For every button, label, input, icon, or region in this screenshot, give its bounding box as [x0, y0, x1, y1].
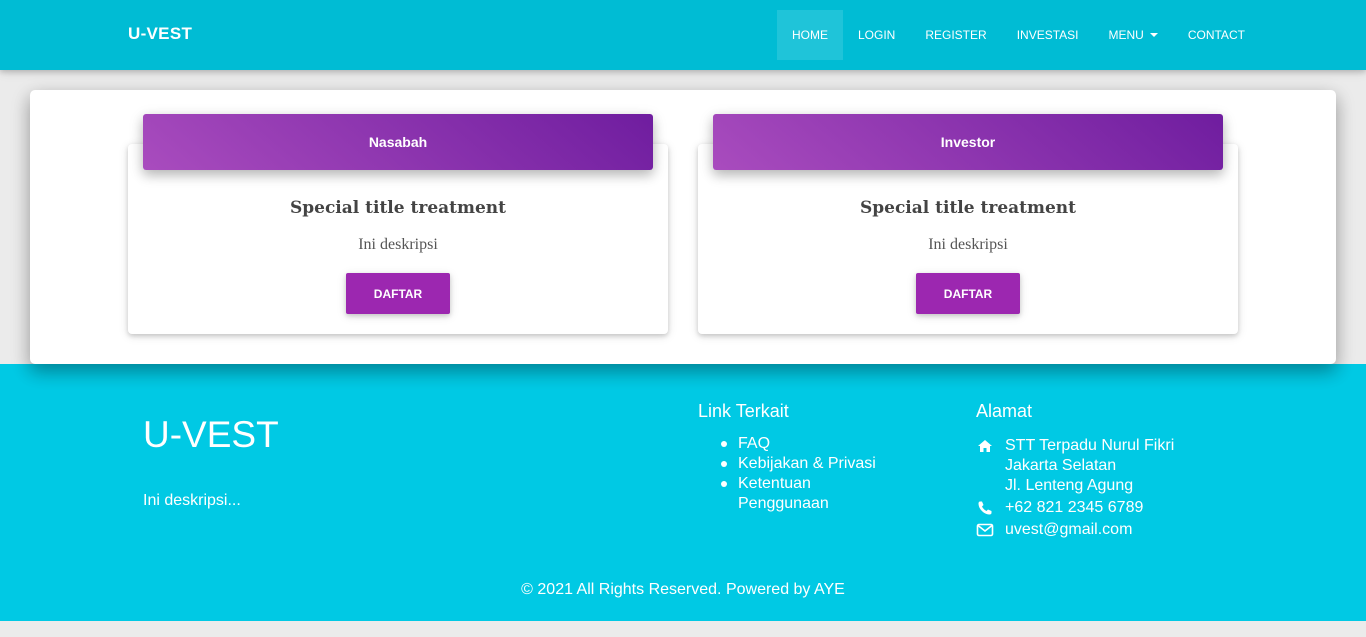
copyright: © 2021 All Rights Reserved. Powered by A…	[521, 581, 845, 598]
navbar: U-VEST HOME LOGIN REGISTER INVESTASI MEN…	[0, 0, 1366, 70]
link-faq[interactable]: FAQ	[698, 434, 898, 454]
footer-brand: U-VEST	[143, 414, 279, 455]
footer-description: Ini deskripsi...	[143, 492, 241, 509]
card-nasabah: Special title treatment Ini deskripsi DA…	[128, 144, 668, 334]
email-row: uvest@gmail.com	[976, 520, 1236, 540]
card-title: Special title treatment	[859, 198, 1077, 218]
daftar-button-nasabah[interactable]: DAFTAR	[346, 273, 450, 314]
link-privacy[interactable]: Kebijakan & Privasi	[698, 454, 898, 474]
nav-register[interactable]: REGISTER	[910, 10, 1001, 60]
envelope-icon	[976, 523, 994, 537]
caret-down-icon	[1149, 33, 1158, 37]
nav-menu-dropdown[interactable]: MENU	[1093, 10, 1172, 60]
address-line-2: Jakarta Selatan	[1005, 457, 1117, 474]
footer-links: FAQ Kebijakan & Privasi Ketentuan Penggu…	[698, 434, 898, 514]
nav-home[interactable]: HOME	[777, 10, 843, 60]
brand-logo[interactable]: U-VEST	[128, 24, 192, 44]
link-terms[interactable]: Ketentuan Penggunaan	[698, 474, 858, 514]
nav-menu: HOME LOGIN REGISTER INVESTASI MENU CONTA…	[777, 10, 1260, 60]
address-line-3: Jl. Lenteng Agung	[1005, 477, 1134, 494]
nav-contact[interactable]: CONTACT	[1173, 10, 1260, 60]
home-icon	[978, 440, 992, 452]
address-line-1: STT Terpadu Nurul Fikri	[1005, 437, 1175, 454]
phone-number: +62 821 2345 6789	[1005, 499, 1144, 516]
address-title: Alamat	[976, 401, 1033, 421]
phone-icon	[978, 501, 992, 515]
card-text: Ini deskripsi	[928, 236, 1008, 253]
card-investor: Special title treatment Ini deskripsi DA…	[698, 144, 1238, 334]
phone-row: +62 821 2345 6789	[976, 498, 1236, 518]
card-header-investor: Investor	[713, 114, 1223, 170]
address-row: STT Terpadu Nurul Fikri Jakarta Selatan …	[976, 436, 1236, 496]
footer: U-VEST Ini deskripsi... Link Terkait FAQ…	[0, 364, 1366, 621]
card-title: Special title treatment	[289, 198, 507, 218]
daftar-button-investor[interactable]: DAFTAR	[916, 273, 1020, 314]
card-text: Ini deskripsi	[358, 236, 438, 253]
email-address[interactable]: uvest@gmail.com	[1005, 520, 1236, 540]
nav-login[interactable]: LOGIN	[843, 10, 910, 60]
nav-menu-label: MENU	[1108, 28, 1144, 42]
links-title: Link Terkait	[698, 401, 789, 421]
nav-investasi[interactable]: INVESTASI	[1002, 10, 1094, 60]
card-header-nasabah: Nasabah	[143, 114, 653, 170]
address-block: STT Terpadu Nurul Fikri Jakarta Selatan …	[976, 436, 1236, 542]
